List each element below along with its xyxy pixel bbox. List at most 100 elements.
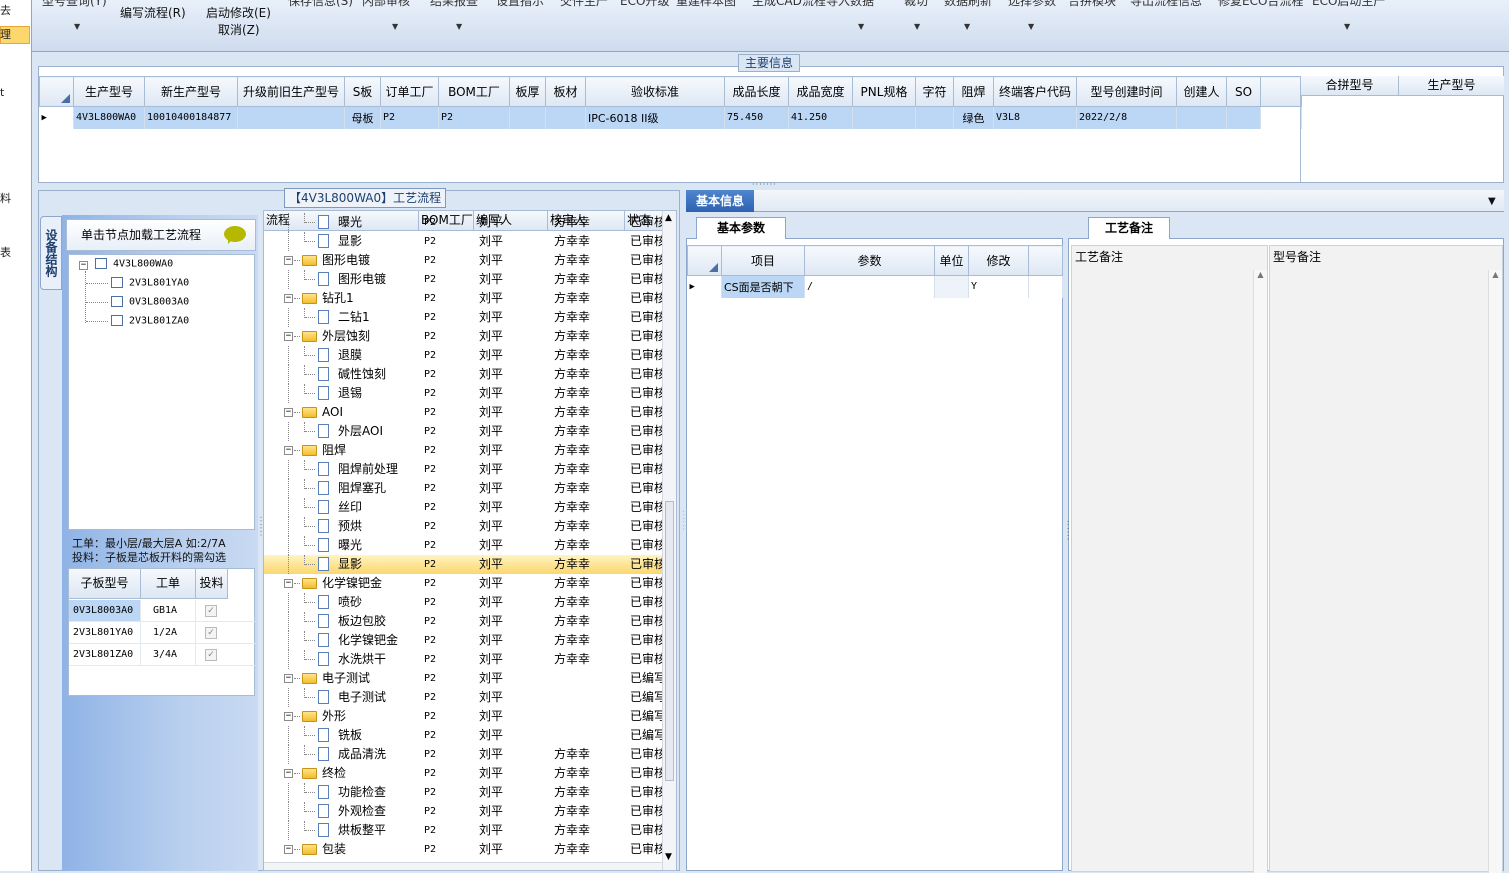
toolbar-button[interactable]: 裁切	[904, 0, 928, 9]
flow-status-cell[interactable]: 已审核	[630, 783, 662, 802]
flow-status-cell[interactable]: 已审核	[630, 384, 662, 403]
subboard-order-cell[interactable]: 3/4A	[141, 644, 196, 665]
toolbar-button[interactable]: 修复ECO台流程	[1218, 0, 1303, 9]
flow-writer-cell[interactable]: 刘平	[479, 745, 547, 764]
main-cell[interactable]	[852, 106, 916, 129]
main-col-header[interactable]: 成品长度	[724, 76, 789, 107]
flow-writer-cell[interactable]: 刘平	[479, 422, 547, 441]
flow-row[interactable]: 外观检查 P2 刘平方幸幸已审核	[264, 802, 662, 821]
main-col-header[interactable]: 板厚	[509, 76, 546, 107]
flow-writer-cell[interactable]: 刘平	[479, 574, 547, 593]
main-col-header[interactable]: 型号创建时间	[1076, 76, 1177, 107]
flow-status-cell[interactable]: 已审核	[630, 327, 662, 346]
flow-writer-cell[interactable]: 刘平	[479, 593, 547, 612]
flow-row[interactable]: 烘板整平 P2 刘平方幸幸已审核	[264, 821, 662, 840]
flow-bom-cell[interactable]: P2	[424, 840, 474, 859]
flow-name-cell[interactable]: 阻焊	[322, 441, 418, 460]
toolbar-button[interactable]: 结果报查	[430, 0, 478, 9]
toolbar-button[interactable]: ECO启动生产	[1312, 0, 1385, 9]
param-value-cell[interactable]: /	[804, 275, 935, 298]
flow-writer-cell[interactable]: 刘平	[479, 631, 547, 650]
flow-reviewer-cell[interactable]: 方幸幸	[554, 840, 624, 859]
flow-bom-cell[interactable]: P2	[424, 612, 474, 631]
flow-status-cell[interactable]: 已审核	[630, 821, 662, 840]
flow-writer-cell[interactable]: 刘平	[479, 232, 547, 251]
main-cell[interactable]: 10010400184877	[144, 106, 238, 129]
table-row[interactable]: ▶ 4V3L800WA0 10010400184877 母板 P2 P2 IPC-6018…	[39, 106, 1302, 129]
flow-name-cell[interactable]: 喷砂	[338, 593, 418, 612]
notes-scrollbar[interactable]: ▲	[1488, 270, 1502, 873]
flow-bom-cell[interactable]: P2	[424, 460, 474, 479]
flow-row[interactable]: 二钻1 P2 刘平方幸幸已审核	[264, 308, 662, 327]
flow-bom-cell[interactable]: P2	[424, 707, 474, 726]
chevron-down-icon[interactable]: ▼	[1344, 22, 1350, 31]
flow-row[interactable]: 板边包胶 P2 刘平方幸幸已审核	[264, 612, 662, 631]
main-cell[interactable]	[1226, 106, 1261, 129]
flow-writer-cell[interactable]: 刘平	[479, 517, 547, 536]
flow-bom-cell[interactable]: P2	[424, 726, 474, 745]
subboard-col-header[interactable]: 工单	[141, 569, 196, 599]
flow-writer-cell[interactable]: 刘平	[479, 251, 547, 270]
flow-reviewer-cell[interactable]: 方幸幸	[554, 574, 624, 593]
flow-name-cell[interactable]: 烘板整平	[338, 821, 418, 840]
flow-bom-cell[interactable]: P2	[424, 327, 474, 346]
params-col-header[interactable]: 单位	[934, 245, 969, 276]
flow-name-cell[interactable]: 阻焊前处理	[338, 460, 418, 479]
tree-node-child[interactable]: 2V3L801ZA0	[111, 315, 189, 327]
flow-name-cell[interactable]: 钻孔1	[322, 289, 418, 308]
flow-bom-cell[interactable]: P2	[424, 346, 474, 365]
merge-col-header[interactable]: 合拼型号	[1301, 76, 1399, 96]
subboard-col-header[interactable]: 投料	[196, 569, 228, 599]
main-col-header[interactable]: S板	[344, 76, 381, 107]
flow-reviewer-cell[interactable]: 方幸幸	[554, 764, 624, 783]
node-checkbox[interactable]	[111, 315, 123, 326]
flow-writer-cell[interactable]: 刘平	[479, 365, 547, 384]
params-col-header[interactable]: 参数	[804, 245, 935, 276]
flow-bom-cell[interactable]: P2	[424, 213, 474, 232]
flow-bom-cell[interactable]: P2	[424, 479, 474, 498]
flow-name-cell[interactable]: 包装	[322, 840, 418, 859]
flow-bom-cell[interactable]: P2	[424, 403, 474, 422]
flow-status-cell[interactable]: 已审核	[630, 555, 662, 574]
main-cell[interactable]	[237, 106, 345, 129]
left-nav-item-4[interactable]: 料	[0, 192, 11, 206]
main-col-header[interactable]: 成品宽度	[788, 76, 853, 107]
toolbar-button[interactable]: 保存信息(S)	[288, 0, 353, 9]
flow-reviewer-cell[interactable]: 方幸幸	[554, 517, 624, 536]
main-col-header[interactable]: 板材	[545, 76, 586, 107]
collapse-icon[interactable]: −	[284, 674, 293, 683]
flow-reviewer-cell[interactable]: 方幸幸	[554, 422, 624, 441]
flow-reviewer-cell[interactable]: 方幸幸	[554, 460, 624, 479]
flow-writer-cell[interactable]: 刘平	[479, 650, 547, 669]
tree-node-root[interactable]: 4V3L800WA0	[95, 258, 173, 270]
flow-status-cell[interactable]: 已审核	[630, 365, 662, 384]
flow-name-cell[interactable]: 退锡	[338, 384, 418, 403]
flow-reviewer-cell[interactable]: 方幸幸	[554, 289, 624, 308]
flow-status-cell[interactable]: 已审核	[630, 270, 662, 289]
flow-reviewer-cell[interactable]: 方幸幸	[554, 308, 624, 327]
main-cell[interactable]: 4V3L800WA0	[73, 106, 145, 129]
flow-name-cell[interactable]: 终检	[322, 764, 418, 783]
flow-bom-cell[interactable]: P2	[424, 422, 474, 441]
model-notes-box[interactable]: 型号备注 ▲	[1269, 245, 1503, 873]
flow-name-cell[interactable]: 退膜	[338, 346, 418, 365]
flow-bom-cell[interactable]: P2	[424, 821, 474, 840]
flow-row[interactable]: 功能检查 P2 刘平方幸幸已审核	[264, 783, 662, 802]
flow-status-cell[interactable]: 已审核	[630, 498, 662, 517]
collapse-icon[interactable]: −	[79, 261, 88, 270]
flow-name-cell[interactable]: 外层蚀刻	[322, 327, 418, 346]
flow-row[interactable]: − AOI P2 刘平方幸幸已审核	[264, 403, 662, 422]
subboard-model-cell[interactable]: 2V3L801ZA0	[69, 644, 141, 665]
left-nav-item-3[interactable]: t	[0, 86, 4, 100]
flow-name-cell[interactable]: 二钻1	[338, 308, 418, 327]
flow-row[interactable]: 阻焊前处理 P2 刘平方幸幸已审核	[264, 460, 662, 479]
flow-row[interactable]: 碱性蚀刻 P2 刘平方幸幸已审核	[264, 365, 662, 384]
subboard-order-cell[interactable]: GB1A	[141, 600, 196, 621]
left-nav-item-1[interactable]: 去	[0, 4, 11, 18]
flow-row[interactable]: 退锡 P2 刘平方幸幸已审核	[264, 384, 662, 403]
subboard-model-cell[interactable]: 2V3L801YA0	[69, 622, 141, 643]
flow-reviewer-cell[interactable]: 方幸幸	[554, 555, 624, 574]
chevron-down-icon[interactable]: ▼	[1488, 196, 1496, 207]
chevron-down-icon[interactable]: ▼	[456, 22, 462, 31]
flow-reviewer-cell[interactable]: 方幸幸	[554, 783, 624, 802]
